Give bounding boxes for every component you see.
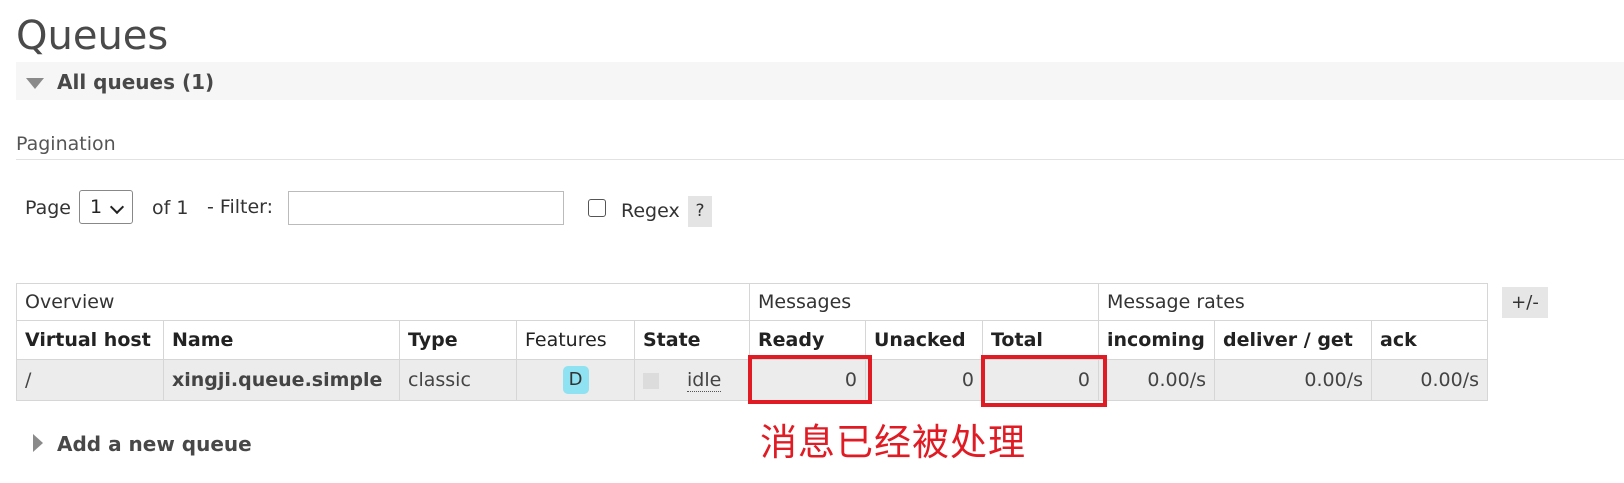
group-overview: Overview: [16, 283, 750, 321]
columns-toggle-button[interactable]: +/-: [1502, 287, 1548, 318]
cell-state: idle: [634, 359, 750, 401]
page-label: Page: [25, 197, 71, 219]
cell-incoming: 0.00/s: [1098, 359, 1215, 401]
regex-checkbox[interactable]: [588, 199, 606, 217]
pagination-label: Pagination: [16, 133, 116, 155]
col-ack[interactable]: ack: [1371, 320, 1488, 360]
col-name[interactable]: Name: [163, 320, 400, 360]
regex-help-button[interactable]: ?: [688, 196, 712, 227]
col-ready[interactable]: Ready: [749, 320, 866, 360]
col-incoming[interactable]: incoming: [1098, 320, 1215, 360]
page-title: Queues: [16, 13, 169, 59]
pagination-divider: [16, 159, 1624, 160]
highlight-box-total: [981, 355, 1107, 407]
durable-badge: D: [562, 366, 589, 394]
page-select-value: 1: [90, 196, 103, 218]
col-virtual-host[interactable]: Virtual host: [16, 320, 164, 360]
collapse-triangle-icon[interactable]: [26, 78, 44, 89]
col-total[interactable]: Total: [982, 320, 1099, 360]
regex-label: Regex: [621, 200, 680, 222]
table-group-row: Overview Messages Message rates: [16, 283, 1488, 321]
cell-unacked: 0: [865, 359, 983, 401]
expand-triangle-icon[interactable]: [33, 434, 43, 452]
filter-input[interactable]: [288, 191, 564, 225]
cell-ack: 0.00/s: [1371, 359, 1488, 401]
col-type[interactable]: Type: [399, 320, 517, 360]
page-of-label: of 1: [152, 197, 189, 219]
cell-queue-name-link[interactable]: xingji.queue.simple: [163, 359, 400, 401]
page-select[interactable]: 1: [79, 190, 133, 224]
filter-label: - Filter:: [207, 196, 274, 218]
cell-features: D: [516, 359, 635, 401]
col-features: Features: [516, 320, 635, 360]
state-label: idle: [687, 369, 722, 392]
all-queues-header[interactable]: [16, 62, 1624, 100]
group-messages: Messages: [749, 283, 1099, 321]
state-indicator-icon: [643, 372, 659, 389]
col-unacked[interactable]: Unacked: [865, 320, 983, 360]
col-deliver-get[interactable]: deliver / get: [1214, 320, 1372, 360]
table-header-row: Virtual host Name Type Features State Re…: [16, 320, 1488, 360]
cell-type: classic: [399, 359, 517, 401]
chevron-down-icon: [109, 199, 125, 215]
all-queues-title[interactable]: All queues (1): [57, 70, 214, 94]
annotation-text: 消息已经被处理: [760, 421, 1026, 464]
add-queue-toggle[interactable]: Add a new queue: [57, 432, 252, 456]
highlight-box-ready: [748, 355, 872, 404]
group-message-rates: Message rates: [1098, 283, 1488, 321]
cell-deliver-get: 0.00/s: [1214, 359, 1372, 401]
col-state[interactable]: State: [634, 320, 750, 360]
cell-virtual-host: /: [16, 359, 164, 401]
